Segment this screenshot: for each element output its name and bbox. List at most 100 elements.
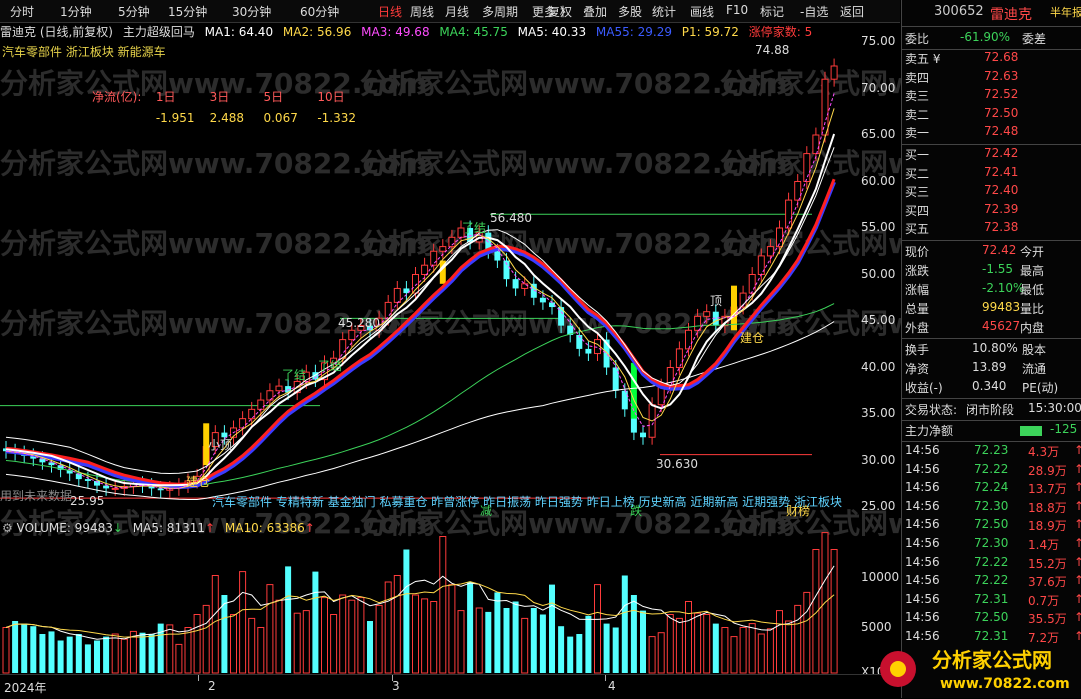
candle-body	[794, 181, 802, 201]
toolbar-button[interactable]: 标记	[760, 3, 784, 20]
volume-bar	[521, 617, 529, 674]
volume-bar	[776, 610, 783, 674]
volume-bar	[712, 623, 719, 673]
limit-up-count: 涨停家数: 5	[748, 25, 813, 39]
quote-row: 现价 72.42 今开	[902, 243, 1081, 262]
ask-price: 72.63	[984, 68, 1019, 83]
candle-body	[785, 199, 793, 229]
up-arrow-icon: ↑	[1074, 610, 1081, 625]
peak-label: 45.280	[338, 316, 380, 330]
ma-long-line	[5, 321, 835, 500]
formula-name[interactable]: 主力超级回马	[123, 25, 195, 39]
quote-label-2: 最低	[1020, 283, 1045, 297]
price-axis-label: 60.00	[861, 173, 896, 188]
volume-bar	[648, 636, 656, 674]
volume-bar	[339, 594, 347, 674]
ask-label: 卖二	[905, 107, 930, 122]
date-axis-label: 4	[608, 679, 616, 693]
toolbar-button[interactable]: 画线	[690, 3, 714, 20]
volume-bar	[175, 643, 183, 674]
tick-time: 14:56	[905, 461, 940, 476]
volume-bar	[430, 601, 438, 674]
volume-bar	[558, 626, 565, 673]
fin-label-2: 股本	[1022, 343, 1047, 357]
up-arrow-icon: ↑	[1074, 480, 1081, 495]
ask-row: 卖三 72.52	[902, 87, 1081, 106]
ma55-line	[5, 181, 836, 490]
candle-body	[103, 485, 110, 489]
volume-bar	[184, 627, 192, 674]
toolbar-button[interactable]: F10	[726, 3, 748, 17]
volume-bar	[348, 599, 356, 674]
tick-volume: 0.7万	[1028, 593, 1060, 608]
net-flow-period: 10日	[317, 90, 345, 104]
price-axis-label: 50.00	[861, 266, 896, 281]
toolbar-button[interactable]: 叠加	[583, 3, 607, 20]
volume-bar	[84, 644, 91, 673]
ask-price: 72.48	[984, 124, 1019, 139]
up-arrow-icon: ↑	[1074, 591, 1081, 606]
bid-price: 72.39	[984, 201, 1019, 216]
period-tab[interactable]: 多周期	[482, 3, 518, 20]
toolbar-button[interactable]: -自选	[800, 3, 828, 20]
period-tab[interactable]: 日线	[378, 3, 402, 20]
candle-body	[585, 348, 592, 354]
toolbar-button[interactable]: 多股	[618, 3, 642, 20]
period-tab[interactable]: 1分钟	[60, 3, 92, 20]
tick-volume: 1.4万	[1028, 538, 1060, 552]
volume-bar	[211, 575, 219, 674]
volume-bar	[129, 630, 137, 674]
volume-chart[interactable]	[0, 520, 900, 675]
candle-body	[685, 329, 692, 350]
toolbar-button[interactable]: 返回	[840, 3, 864, 20]
volume-bar	[485, 611, 492, 673]
tick-row: 14:56 72.50 18.9万 ↑	[902, 517, 1081, 536]
period-tab[interactable]: 60分钟	[300, 3, 339, 20]
net-flow-header: 净流(亿): 1日 3日 5日 10日	[92, 88, 367, 105]
ma2-label: MA2: 56.96	[282, 25, 352, 39]
up-arrow-icon: ↑	[204, 521, 216, 535]
tick-row: 14:56 72.22 37.6万 ↑	[902, 573, 1081, 592]
volume-bar	[111, 633, 119, 674]
period-tab[interactable]: 30分钟	[232, 3, 271, 20]
up-arrow-icon: ↑	[304, 521, 315, 535]
period-tab[interactable]: 月线	[445, 3, 469, 20]
period-tab[interactable]: 周线	[410, 3, 434, 20]
fin-label: 换手	[905, 343, 930, 357]
volume-bar	[694, 612, 702, 674]
period-tab[interactable]: 分时	[10, 3, 34, 20]
fin-row: 换手 10.80% 股本	[902, 341, 1081, 360]
volume-bar	[475, 607, 483, 674]
settings-icon[interactable]: ⚙	[2, 521, 17, 535]
tick-price: 72.23	[974, 443, 1009, 457]
main-flow-value: -125	[1050, 422, 1078, 436]
tick-row: 14:56 72.50 35.5万 ↑	[902, 610, 1081, 629]
top-signal-label: 小顶	[208, 438, 232, 452]
up-arrow-icon: ↑	[1074, 517, 1081, 532]
volume-bar	[594, 584, 601, 674]
candle-body	[221, 432, 228, 438]
candle-body	[439, 246, 447, 252]
volume-bar	[612, 627, 619, 673]
tick-volume: 35.5万	[1028, 612, 1067, 627]
tick-volume: 4.3万	[1028, 445, 1060, 459]
candle-body	[111, 487, 119, 490]
net-flow-value: 0.067	[263, 111, 298, 125]
tick-time: 14:56	[905, 554, 940, 569]
tick-row: 14:56 72.30 1.4万 ↑	[902, 536, 1081, 555]
volume-bar	[512, 601, 519, 673]
candle-body	[694, 315, 702, 331]
trade-state-value: 闭市阶段	[966, 403, 1015, 417]
bid-row: 买四 72.39	[902, 202, 1081, 221]
price-high-label: 74.88	[755, 43, 789, 57]
volume-bar	[675, 617, 683, 674]
toolbar-button[interactable]: 复权	[548, 3, 572, 20]
toolbar-button[interactable]: 统计	[652, 3, 676, 20]
ask-price: 72.52	[984, 87, 1019, 102]
period-tab[interactable]: 5分钟	[118, 3, 150, 20]
candle-body	[494, 251, 501, 261]
ma1-label: MA1: 64.40	[204, 25, 274, 39]
period-tab[interactable]: 15分钟	[168, 3, 207, 20]
candle-body	[257, 399, 265, 410]
candle-body	[748, 274, 756, 294]
